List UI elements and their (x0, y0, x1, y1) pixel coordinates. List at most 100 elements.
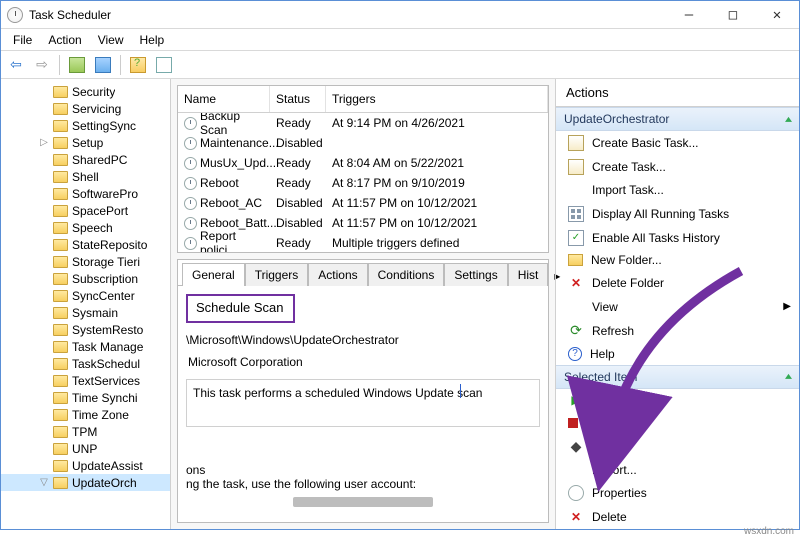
tree-item[interactable]: SharedPC (1, 151, 170, 168)
view-submenu[interactable]: View▶ (556, 295, 799, 319)
tab-general-body: Schedule Scan \Microsoft\Windows\UpdateO… (178, 286, 548, 522)
tree-item[interactable]: Sysmain (1, 304, 170, 321)
minimize-button[interactable]: — (667, 1, 711, 29)
tree-item[interactable]: UNP (1, 440, 170, 457)
document-icon (568, 135, 584, 151)
end-task[interactable]: End (556, 412, 799, 434)
forward-button[interactable] (31, 54, 53, 76)
folder-tree[interactable]: SecurityServicingSettingSync SetupSharedP… (1, 79, 171, 529)
col-name[interactable]: Name (178, 86, 270, 112)
tree-item[interactable]: SettingSync (1, 117, 170, 134)
import-task[interactable]: Import Task... (556, 178, 799, 202)
tree-item[interactable]: TextServices (1, 372, 170, 389)
tree-item-label: TextServices (72, 374, 140, 388)
new-folder[interactable]: New Folder... (556, 249, 799, 271)
tree-item-label: Shell (72, 170, 99, 184)
task-name: Reboot_AC (200, 196, 262, 210)
disable-icon: ◆ (568, 438, 584, 454)
detail-tabs: General Triggers Actions Conditions Sett… (178, 260, 548, 286)
tree-item[interactable]: Storage Tieri (1, 253, 170, 270)
tree-item-label: Sysmain (72, 306, 118, 320)
tab-general[interactable]: General (182, 263, 245, 286)
col-status[interactable]: Status (270, 86, 326, 112)
tree-item[interactable]: UpdateAssist (1, 457, 170, 474)
blank-icon (568, 462, 584, 478)
toolbar-action-4[interactable] (153, 54, 175, 76)
tree-item[interactable]: SpacePort (1, 202, 170, 219)
actions-group-context-header[interactable]: UpdateOrchestrator ▴ (556, 107, 799, 131)
tree-item[interactable]: UpdateOrch (1, 474, 170, 491)
tree-item[interactable]: Time Zone (1, 406, 170, 423)
export-task[interactable]: Export... (556, 458, 799, 482)
task-status: Ready (270, 156, 326, 170)
properties[interactable]: Properties (556, 482, 799, 506)
horizontal-scrollbar[interactable] (293, 497, 433, 507)
task-row[interactable]: Maintenance...Disabled (178, 133, 548, 153)
tab-history[interactable]: Hist (508, 263, 549, 286)
task-row[interactable]: Reboot_AC DisabledAt 11:57 PM on 10/12/20… (178, 193, 548, 213)
tree-item[interactable]: Task Manage (1, 338, 170, 355)
folder-icon (53, 375, 68, 387)
task-row[interactable]: Report policiReadyMultiple triggers defi… (178, 233, 548, 252)
tree-item[interactable]: Subscription (1, 270, 170, 287)
close-button[interactable]: ✕ (755, 1, 799, 29)
task-row[interactable]: RebootReadyAt 8:17 PM on 9/10/2019 (178, 173, 548, 193)
tree-item[interactable]: TaskSchedul (1, 355, 170, 372)
col-triggers[interactable]: Triggers (326, 86, 548, 112)
run-task[interactable]: ▶Run (556, 389, 799, 413)
tree-item-label: UNP (72, 442, 97, 456)
folder-icon (53, 409, 68, 421)
tree-item[interactable]: Shell (1, 168, 170, 185)
toolbar-action-2[interactable] (92, 54, 114, 76)
toolbar-action-1[interactable] (66, 54, 88, 76)
history-icon: ✓ (568, 230, 584, 246)
tree-item[interactable]: StateReposito (1, 236, 170, 253)
folder-icon (53, 205, 68, 217)
enable-history[interactable]: ✓Enable All Tasks History (556, 226, 799, 250)
tree-item[interactable]: Servicing (1, 100, 170, 117)
tab-settings[interactable]: Settings (444, 263, 507, 286)
menu-help[interactable]: Help (132, 31, 173, 49)
tree-item[interactable]: SystemResto (1, 321, 170, 338)
menu-file[interactable]: File (5, 31, 40, 49)
tree-item[interactable]: TPM (1, 423, 170, 440)
actions-group-selected-header[interactable]: Selected Item ▴ (556, 365, 799, 389)
task-list[interactable]: Name Status Triggers Backup ScanReadyAt … (177, 85, 549, 253)
disable-task[interactable]: ◆Disable (556, 434, 799, 458)
maximize-button[interactable]: □ (711, 1, 755, 29)
menu-action[interactable]: Action (40, 31, 89, 49)
task-trigger: At 11:57 PM on 10/12/2021 (326, 196, 548, 210)
tree-item[interactable]: Setup (1, 134, 170, 151)
menu-view[interactable]: View (90, 31, 132, 49)
task-icon (184, 237, 197, 250)
help[interactable]: ?Help (556, 343, 799, 365)
tree-item[interactable]: Security (1, 83, 170, 100)
actions-group-context-label: UpdateOrchestrator (564, 112, 669, 126)
task-row[interactable]: Backup ScanReadyAt 9:14 PM on 4/26/2021 (178, 113, 548, 133)
create-basic-task[interactable]: Create Basic Task... (556, 131, 799, 155)
tab-conditions[interactable]: Conditions (368, 263, 445, 286)
tree-item[interactable]: Speech (1, 219, 170, 236)
task-list-header[interactable]: Name Status Triggers (178, 86, 548, 113)
task-row[interactable]: MusUx_Upd...ReadyAt 8:04 AM on 5/22/2021 (178, 153, 548, 173)
toolbar (1, 51, 799, 79)
task-icon (184, 157, 197, 170)
back-button[interactable] (5, 54, 27, 76)
display-all-running[interactable]: Display All Running Tasks (556, 202, 799, 226)
tab-triggers[interactable]: Triggers (245, 263, 309, 286)
task-status: Disabled (270, 196, 326, 210)
tree-item[interactable]: SyncCenter (1, 287, 170, 304)
task-status: Ready (270, 176, 326, 190)
task-description[interactable]: This task performs a scheduled Windows U… (186, 379, 540, 427)
refresh[interactable]: ⟳Refresh (556, 319, 799, 343)
tree-item[interactable]: Time Synchi (1, 389, 170, 406)
tab-actions[interactable]: Actions (308, 263, 367, 286)
properties-icon (568, 485, 584, 501)
tree-item-label: Time Synchi (72, 391, 138, 405)
toolbar-help[interactable] (127, 54, 149, 76)
tree-item[interactable]: SoftwarePro (1, 185, 170, 202)
tree-item-label: Setup (72, 136, 103, 150)
delete-folder[interactable]: ✕Delete Folder (556, 271, 799, 295)
create-task[interactable]: Create Task... (556, 155, 799, 179)
task-list-body[interactable]: Backup ScanReadyAt 9:14 PM on 4/26/2021M… (178, 113, 548, 252)
